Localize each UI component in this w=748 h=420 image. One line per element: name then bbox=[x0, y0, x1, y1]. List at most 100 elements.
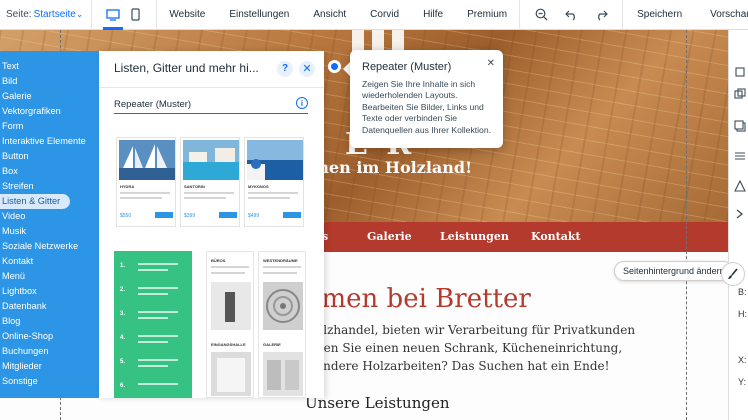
y-label: Y: bbox=[738, 377, 747, 387]
device-switcher bbox=[92, 0, 158, 30]
desktop-view-icon[interactable] bbox=[103, 0, 124, 30]
card-button bbox=[283, 212, 301, 218]
page-selector[interactable]: Seite: Startseite ⌄ bbox=[0, 0, 93, 30]
page-selector-label: Seite: bbox=[6, 9, 32, 20]
category-social[interactable]: Soziale Netzwerke bbox=[0, 239, 99, 254]
grid-card: BÜROS EINGANGSHALLE bbox=[206, 251, 254, 398]
brush-icon bbox=[728, 268, 738, 279]
card-price: $399 bbox=[184, 213, 196, 219]
menu-premium[interactable]: Premium bbox=[455, 0, 519, 30]
close-icon[interactable]: ✕ bbox=[487, 58, 495, 69]
menu-corvid[interactable]: Corvid bbox=[358, 0, 411, 30]
category-vector[interactable]: Vektorgrafiken bbox=[0, 104, 99, 119]
category-contact[interactable]: Kontakt bbox=[0, 254, 99, 269]
menu-website[interactable]: Website bbox=[157, 0, 217, 30]
text-placeholder bbox=[120, 197, 162, 199]
grid-card-title: GALERIE bbox=[263, 342, 281, 347]
santorini-image bbox=[247, 140, 303, 180]
change-background-button[interactable]: Seitenhintergrund ändern bbox=[614, 261, 728, 281]
main-menu: Website Einstellungen Ansicht Corvid Hil… bbox=[157, 0, 519, 30]
category-store[interactable]: Online-Shop bbox=[0, 329, 99, 344]
info-icon[interactable]: i bbox=[296, 97, 308, 109]
category-music[interactable]: Musik bbox=[0, 224, 99, 239]
arrow-right-icon[interactable] bbox=[734, 208, 746, 220]
card-price: $550 bbox=[120, 213, 132, 219]
repeater-card: SANTORIN $399 bbox=[180, 137, 240, 227]
undo-icon[interactable] bbox=[556, 0, 586, 30]
nav-item-galerie[interactable]: Galerie bbox=[367, 222, 412, 252]
office-image bbox=[211, 282, 251, 330]
text-placeholder bbox=[138, 317, 168, 319]
nav-item-leistungen[interactable]: Leistungen bbox=[440, 222, 509, 252]
align-icon[interactable] bbox=[734, 66, 746, 78]
category-gallery[interactable]: Galerie bbox=[0, 89, 99, 104]
text-placeholder bbox=[263, 266, 301, 268]
zoom-out-icon[interactable] bbox=[526, 0, 556, 30]
grid-card-title: BÜROS bbox=[211, 258, 226, 263]
layers-icon[interactable] bbox=[734, 88, 746, 100]
text-placeholder bbox=[248, 197, 290, 199]
menu-view[interactable]: Ansicht bbox=[301, 0, 358, 30]
add-panel-content: Listen, Gitter und mehr hi... ? ✕ Repeat… bbox=[99, 51, 324, 398]
text-placeholder bbox=[138, 335, 178, 337]
content-line: olzhandel, bieten wir Verarbeitung für P… bbox=[316, 323, 636, 337]
category-shape[interactable]: Form bbox=[0, 119, 99, 134]
category-text[interactable]: Text bbox=[0, 59, 99, 74]
category-strips[interactable]: Streifen bbox=[0, 179, 99, 194]
repeater-tooltip: Repeater (Muster) Zeigen Sie Ihre Inhalt… bbox=[350, 50, 503, 148]
distribute-icon[interactable] bbox=[734, 150, 746, 162]
list-number: 2. bbox=[120, 287, 126, 293]
help-icon[interactable]: ? bbox=[277, 61, 293, 77]
pool-image bbox=[183, 140, 239, 180]
text-placeholder bbox=[138, 365, 168, 367]
height-label: H: bbox=[738, 309, 747, 319]
category-lightbox[interactable]: Lightbox bbox=[0, 284, 99, 299]
hero-subtitle: men im Holzland! bbox=[312, 158, 473, 177]
text-placeholder bbox=[211, 272, 245, 274]
category-image[interactable]: Bild bbox=[0, 74, 99, 89]
tooltip-title: Repeater (Muster) bbox=[362, 61, 452, 73]
redo-icon[interactable] bbox=[586, 0, 616, 30]
hall-image bbox=[211, 352, 251, 396]
card-button bbox=[219, 212, 237, 218]
triangle-icon[interactable] bbox=[734, 180, 746, 192]
nav-item-kontakt[interactable]: Kontakt bbox=[531, 222, 581, 252]
close-icon[interactable]: ✕ bbox=[299, 61, 315, 77]
save-button[interactable]: Speichern bbox=[623, 0, 696, 30]
copy-icon[interactable] bbox=[734, 120, 746, 132]
content-line: andere Holzarbeiten? Das Suchen hat ein … bbox=[316, 359, 610, 373]
category-interactive[interactable]: Interaktive Elemente bbox=[0, 134, 99, 149]
mobile-view-icon[interactable] bbox=[127, 0, 143, 30]
category-other[interactable]: Sonstige bbox=[0, 374, 99, 389]
page-selector-value: Startseite bbox=[33, 9, 76, 20]
grid-card-title: WESTENDRÄUME bbox=[263, 258, 298, 263]
add-panel-categories: Text Bild Galerie Vektorgrafiken Form In… bbox=[0, 51, 99, 398]
card-caption: HYDRA bbox=[120, 184, 135, 189]
category-members[interactable]: Mitglieder bbox=[0, 359, 99, 374]
chevron-down-icon: ⌄ bbox=[75, 9, 84, 19]
x-label: X: bbox=[738, 355, 747, 365]
category-menu[interactable]: Menü bbox=[0, 269, 99, 284]
card-caption: MYKONOS bbox=[248, 184, 269, 189]
category-button[interactable]: Button bbox=[0, 149, 99, 164]
spiral-stair-image bbox=[263, 282, 303, 330]
category-bookings[interactable]: Buchungen bbox=[0, 344, 99, 359]
text-placeholder bbox=[248, 192, 298, 194]
text-placeholder bbox=[211, 266, 249, 268]
menu-help[interactable]: Hilfe bbox=[411, 0, 455, 30]
toolbar-right: Speichern Vorschau bbox=[622, 0, 748, 30]
content-line: gen Sie einen neuen Schrank, Kücheneinri… bbox=[316, 341, 623, 355]
sailboats-image bbox=[119, 140, 175, 180]
numbered-list-preview[interactable]: 1. 2. 3. 4. 5. 6. bbox=[114, 251, 192, 398]
design-brush-button[interactable] bbox=[721, 262, 745, 286]
category-video[interactable]: Video bbox=[0, 209, 99, 224]
text-placeholder bbox=[138, 269, 168, 271]
category-lists-grids[interactable]: Listen & Gitter bbox=[0, 194, 70, 209]
category-database[interactable]: Datenbank bbox=[0, 299, 99, 314]
menu-settings[interactable]: Einstellungen bbox=[217, 0, 301, 30]
preview-button[interactable]: Vorschau bbox=[696, 0, 748, 30]
category-blog[interactable]: Blog bbox=[0, 314, 99, 329]
section-title: Repeater (Muster) bbox=[114, 99, 192, 110]
category-box[interactable]: Box bbox=[0, 164, 99, 179]
tooltip-body: Zeigen Sie Ihre Inhalte in sich wiederho… bbox=[362, 79, 491, 135]
